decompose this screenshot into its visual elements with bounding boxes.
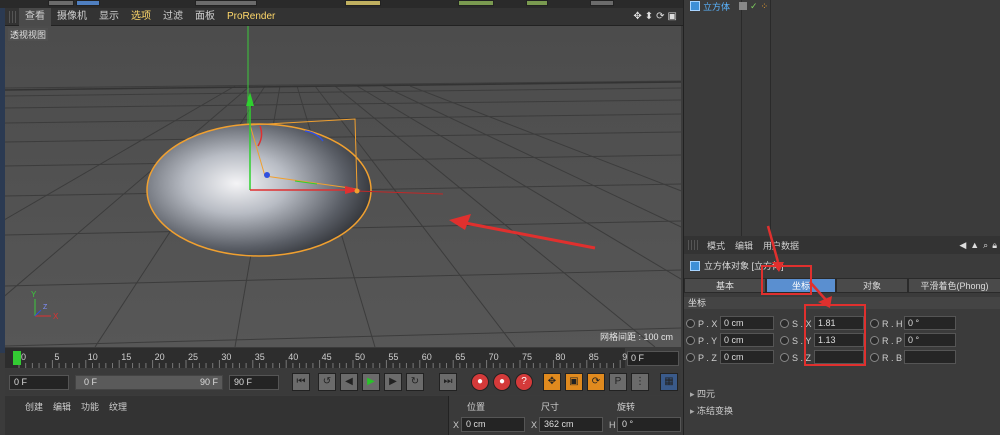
annotation-arrows	[766, 225, 832, 308]
